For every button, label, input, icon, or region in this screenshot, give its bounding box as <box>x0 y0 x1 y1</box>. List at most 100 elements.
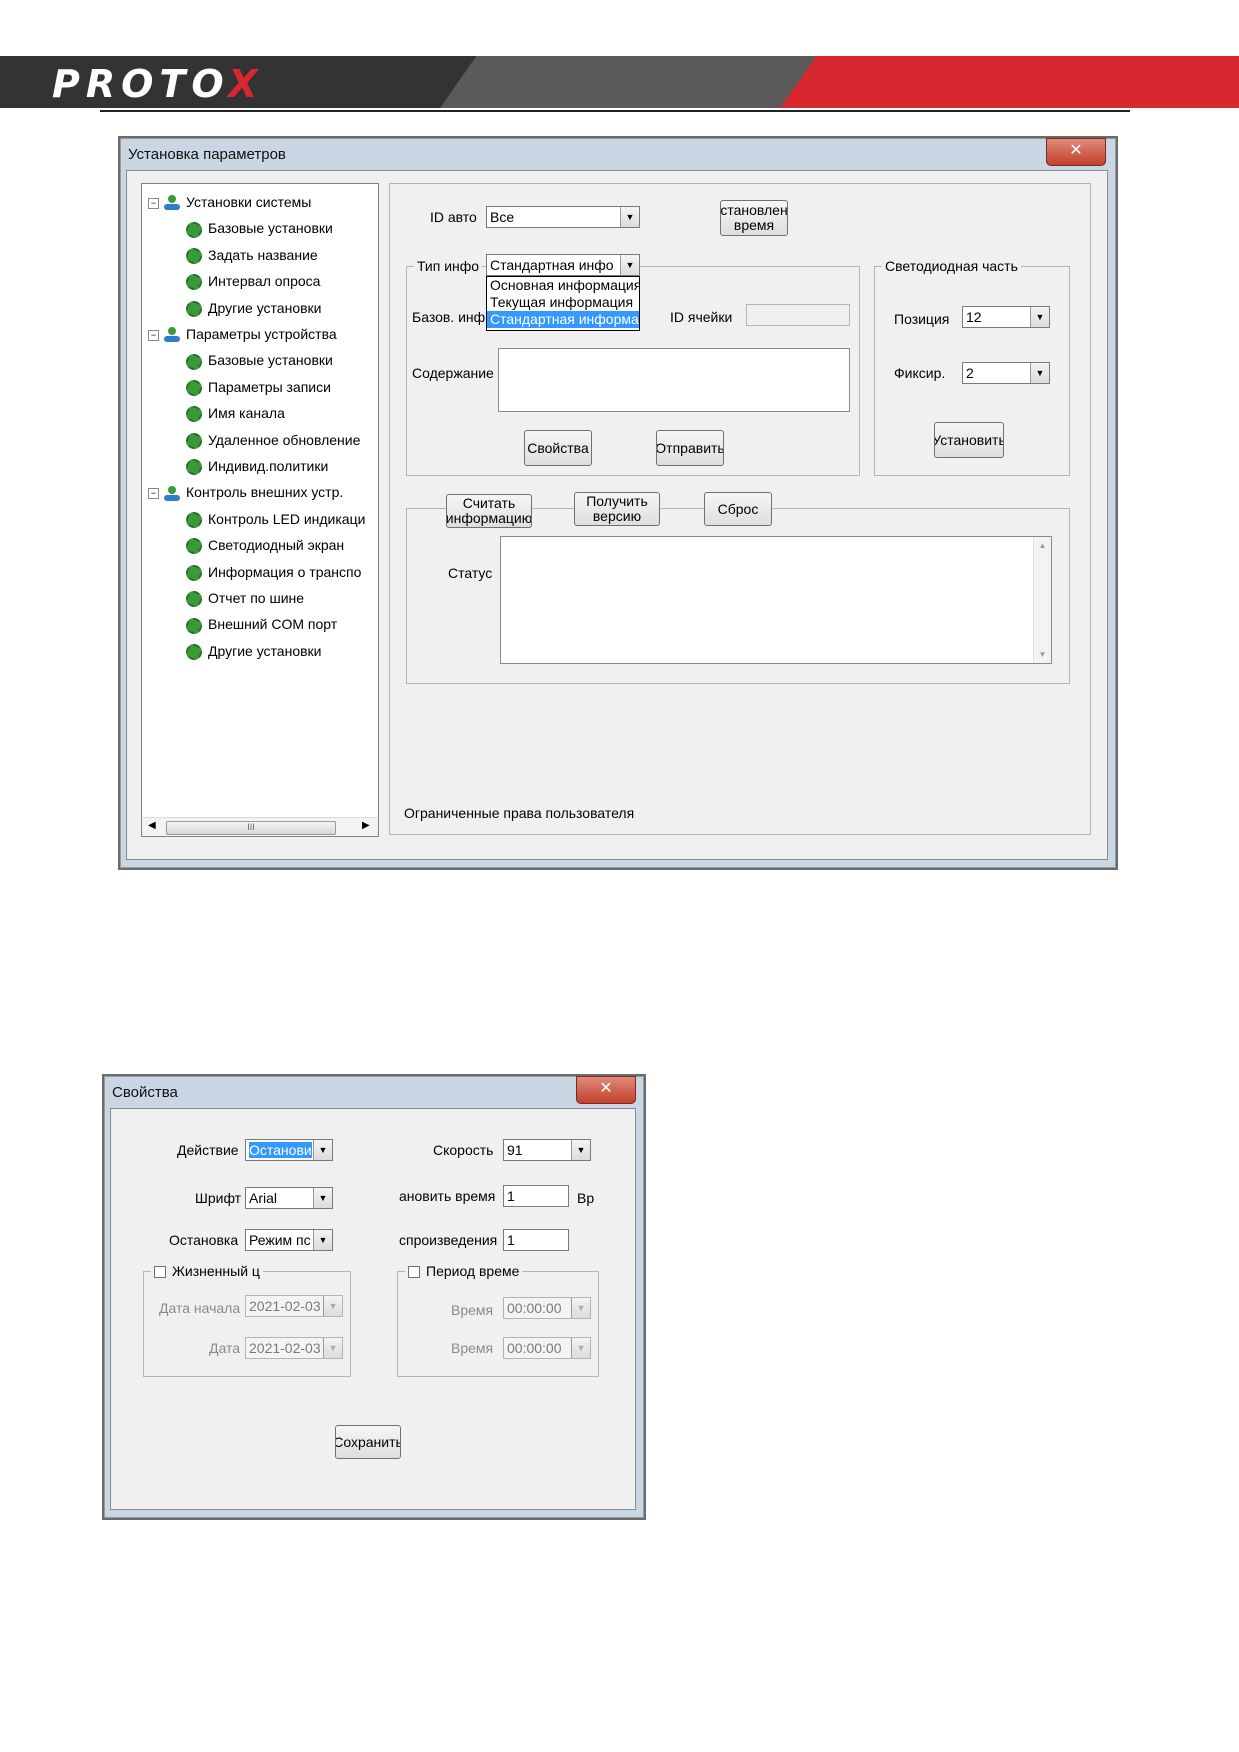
scroll-down-arrow-icon[interactable]: ▼ <box>1034 650 1051 659</box>
tree-item-label: Внешний COM порт <box>208 616 338 633</box>
chevron-down-icon: ▼ <box>323 1296 342 1316</box>
send-button[interactable]: Отправить <box>656 430 724 466</box>
status-label: Статус <box>448 565 493 581</box>
scroll-up-arrow-icon[interactable]: ▲ <box>1034 541 1051 550</box>
status-vertical-scrollbar[interactable]: ▲ ▼ <box>1033 537 1051 663</box>
stop-select[interactable]: Режим пс ▼ <box>245 1229 333 1251</box>
read-info-button[interactable]: Считать информацию <box>446 494 532 528</box>
close-button[interactable]: ✕ <box>1046 138 1106 166</box>
collapse-icon[interactable]: − <box>148 329 159 341</box>
end-date-picker[interactable]: 2021-02-03 ▼ <box>245 1337 343 1359</box>
collapse-icon[interactable]: − <box>148 197 159 209</box>
time2-picker[interactable]: 00:00:00 ▼ <box>503 1337 591 1359</box>
fix-select[interactable]: 2 ▼ <box>962 362 1050 384</box>
collapse-icon[interactable]: − <box>148 488 159 500</box>
properties-button[interactable]: Свойства <box>524 430 592 466</box>
tree-item[interactable]: Базовые установки <box>186 218 333 238</box>
network-node-icon <box>164 195 180 211</box>
tree-item-label: Информация о транспо <box>208 563 362 580</box>
set-time-button[interactable]: становлен время <box>720 200 788 236</box>
tree-item[interactable]: Интервал опроса <box>186 271 320 291</box>
id-auto-value: Все <box>490 209 515 225</box>
info-type-select[interactable]: Стандартная инфо ▼ <box>486 254 640 276</box>
tree-item[interactable]: Параметры записи <box>186 377 331 397</box>
properties-client-area: Действие Останови ▼ Скорость 91 ▼ Шрифт … <box>110 1108 636 1510</box>
tree-item[interactable]: Удаленное обновление <box>186 430 360 450</box>
gear-icon <box>186 512 202 529</box>
settime-value: 1 <box>507 1188 515 1204</box>
tree-item-label: Удаленное обновление <box>208 431 361 448</box>
speed-select[interactable]: 91 ▼ <box>503 1139 591 1161</box>
time2-label: Время <box>451 1340 494 1356</box>
tree-group[interactable]: − Контроль внешних устр. <box>148 482 343 502</box>
tree-item[interactable]: Светодиодный экран <box>186 535 344 555</box>
gear-icon <box>186 564 202 581</box>
info-type-option[interactable]: Основная информация <box>487 277 639 294</box>
scroll-right-arrow-icon[interactable]: ▶ <box>362 820 370 831</box>
playback-input[interactable]: 1 <box>503 1229 569 1251</box>
tree-item[interactable]: Информация о транспо <box>186 562 361 582</box>
gear-icon <box>186 591 202 608</box>
brand-logo: PROTOX <box>52 62 264 106</box>
gear-icon <box>186 221 202 238</box>
settings-client-area: − Установки системы Базовые установки Задат… <box>126 170 1108 860</box>
footer-status-text: Ограниченные права пользователя <box>404 805 635 821</box>
tree-item[interactable]: Отчет по шине <box>186 588 304 608</box>
reset-button[interactable]: Сброс <box>704 492 772 526</box>
chevron-down-icon: ▼ <box>620 207 639 227</box>
close-button[interactable]: ✕ <box>576 1076 636 1104</box>
content-textarea[interactable] <box>498 348 850 412</box>
period-group-title[interactable]: Период време <box>405 1263 523 1279</box>
tree-item[interactable]: Другие установки <box>186 298 322 318</box>
tree-item-label: Светодиодный экран <box>208 537 345 554</box>
chevron-down-icon: ▼ <box>1030 363 1049 383</box>
info-type-option[interactable]: Текущая информация <box>487 294 639 311</box>
tree-group[interactable]: − Установки системы <box>148 192 311 212</box>
action-label: Действие <box>177 1142 239 1158</box>
tree-item[interactable]: Внешний COM порт <box>186 614 337 634</box>
chevron-down-icon: ▼ <box>1030 307 1049 327</box>
tree-item[interactable]: Задать название <box>186 245 318 265</box>
fix-value: 2 <box>966 365 974 381</box>
id-auto-select[interactable]: Все ▼ <box>486 206 640 228</box>
tree-item[interactable]: Другие установки <box>186 641 322 661</box>
tree-item[interactable]: Контроль LED индикаци <box>186 509 365 529</box>
stop-value: Режим пс <box>249 1232 311 1248</box>
fix-label: Фиксир. <box>894 365 946 381</box>
time1-label: Время <box>451 1302 494 1318</box>
tree-item-label: Отчет по шине <box>208 590 305 606</box>
start-date-value: 2021-02-03 <box>249 1298 321 1314</box>
lifecycle-checkbox[interactable] <box>154 1266 166 1279</box>
playback-value: 1 <box>507 1232 515 1248</box>
gear-icon <box>186 459 202 476</box>
base-info-label: Базов. инф <box>412 309 486 325</box>
cell-id-input[interactable] <box>746 304 850 326</box>
settings-tree[interactable]: − Установки системы Базовые установки Задат… <box>141 183 379 837</box>
tree-group[interactable]: − Параметры устройства <box>148 324 337 344</box>
scroll-thumb[interactable]: III <box>166 821 336 835</box>
time1-picker[interactable]: 00:00:00 ▼ <box>503 1297 591 1319</box>
period-checkbox[interactable] <box>408 1266 420 1279</box>
position-select[interactable]: 12 ▼ <box>962 306 1050 328</box>
chevron-down-icon: ▼ <box>323 1338 342 1358</box>
tree-item[interactable]: Индивид.политики <box>186 456 328 476</box>
font-select[interactable]: Arial ▼ <box>245 1187 333 1209</box>
position-value: 12 <box>966 309 982 325</box>
start-date-picker[interactable]: 2021-02-03 ▼ <box>245 1295 343 1317</box>
window-title: Установка параметров <box>128 146 286 163</box>
action-select[interactable]: Останови ▼ <box>245 1139 333 1161</box>
install-button[interactable]: Установить <box>934 422 1004 458</box>
cell-id-label: ID ячейки <box>670 309 733 325</box>
info-type-option-selected[interactable]: Стандартная информа <box>487 311 639 328</box>
lifecycle-group-title[interactable]: Жизненный ц <box>151 1263 263 1279</box>
get-version-button[interactable]: Получить версию <box>574 492 660 526</box>
scroll-left-arrow-icon[interactable]: ◀ <box>148 820 156 831</box>
speed-label: Скорость <box>433 1142 494 1158</box>
save-button[interactable]: Сохранить <box>335 1425 401 1459</box>
tree-item-label: Базовые установки <box>208 352 333 369</box>
tree-item[interactable]: Имя канала <box>186 403 285 423</box>
tree-horizontal-scrollbar[interactable]: ◀ III ▶ <box>142 817 378 836</box>
status-textarea[interactable]: ▲ ▼ <box>500 536 1052 664</box>
tree-item[interactable]: Базовые установки <box>186 350 333 370</box>
settime-input[interactable]: 1 <box>503 1185 569 1207</box>
